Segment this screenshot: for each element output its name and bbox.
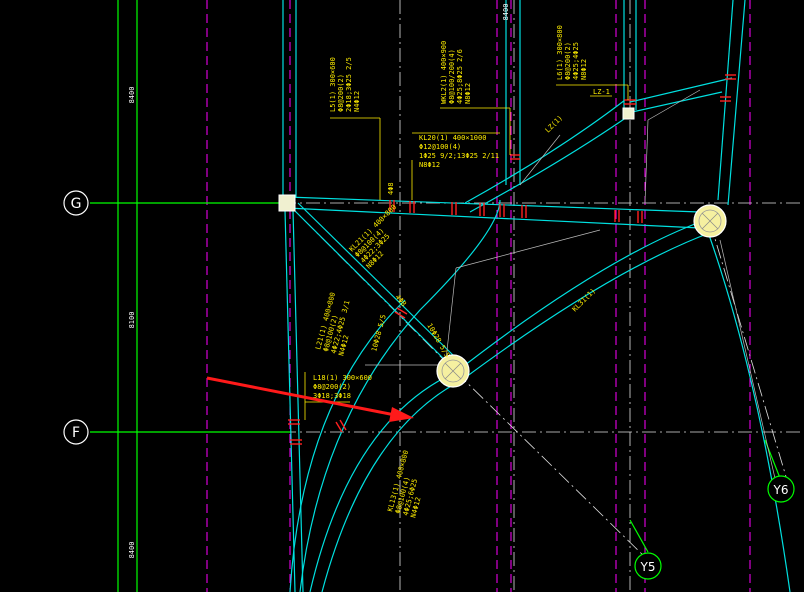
dimension-lower-left: 8400	[128, 542, 136, 559]
svg-text:L18(1) 300×600: L18(1) 300×600	[313, 374, 372, 382]
annotation-s4[interactable]: 4Φ8	[387, 182, 395, 195]
column-square-lz1[interactable]	[622, 107, 635, 120]
svg-text:2Φ18;3Φ25 2/5: 2Φ18;3Φ25 2/5	[345, 57, 353, 112]
svg-text:4Φ25;8Φ25 2/6: 4Φ25;8Φ25 2/6	[456, 49, 464, 104]
grid-label-y5: Y5	[640, 560, 656, 574]
svg-text:Φ8@200(2): Φ8@200(2)	[564, 42, 572, 80]
annotation-lz1[interactable]: LZ-1	[593, 88, 610, 96]
dimension-middle-left: 8100	[128, 312, 136, 329]
svg-text:N8Φ12: N8Φ12	[419, 161, 440, 169]
svg-text:KL20(1) 400×1000: KL20(1) 400×1000	[419, 134, 486, 142]
svg-text:N4Φ12: N4Φ12	[353, 91, 361, 112]
svg-text:4Φ25;4Φ25: 4Φ25;4Φ25	[572, 42, 580, 80]
svg-text:1Φ25 9/2;13Φ25 2/11: 1Φ25 9/2;13Φ25 2/11	[419, 152, 499, 160]
dimension-upper-left: 8400	[128, 87, 136, 104]
round-column-right[interactable]	[693, 204, 727, 238]
svg-text:N8Φ12: N8Φ12	[464, 83, 472, 104]
svg-text:Φ8@200(2): Φ8@200(2)	[337, 74, 345, 112]
svg-text:Φ8@100/200(4): Φ8@100/200(4)	[448, 49, 456, 104]
axis-label-g: G	[71, 196, 82, 212]
column-square-g[interactable]	[278, 194, 296, 212]
axis-bubble-f[interactable]: F	[63, 419, 89, 445]
round-column-center[interactable]	[436, 354, 470, 388]
axis-bubble-g[interactable]: G	[63, 190, 89, 216]
axis-label-f: F	[72, 425, 80, 441]
svg-text:N8Φ12: N8Φ12	[580, 59, 588, 80]
svg-text:WKL2(1) 400×900: WKL2(1) 400×900	[440, 41, 448, 104]
grid-label-y6: Y6	[773, 483, 789, 497]
cad-drawing-canvas[interactable]: G F Y5 Y6 8400 8100 8400 8400 L5(1) 300×…	[0, 0, 804, 592]
svg-text:L6(1) 300×800: L6(1) 300×800	[556, 25, 564, 80]
svg-text:3Φ18;3Φ18: 3Φ18;3Φ18	[313, 392, 351, 400]
grid-bubble-y6[interactable]: Y6	[767, 475, 795, 503]
dimension-top: 8400	[502, 4, 510, 21]
svg-text:L5(1) 300×600: L5(1) 300×600	[329, 57, 337, 112]
svg-text:Φ8@200(2): Φ8@200(2)	[313, 383, 351, 391]
grid-bubble-y5[interactable]: Y5	[634, 552, 662, 580]
svg-text:Φ12@100(4): Φ12@100(4)	[419, 143, 461, 151]
